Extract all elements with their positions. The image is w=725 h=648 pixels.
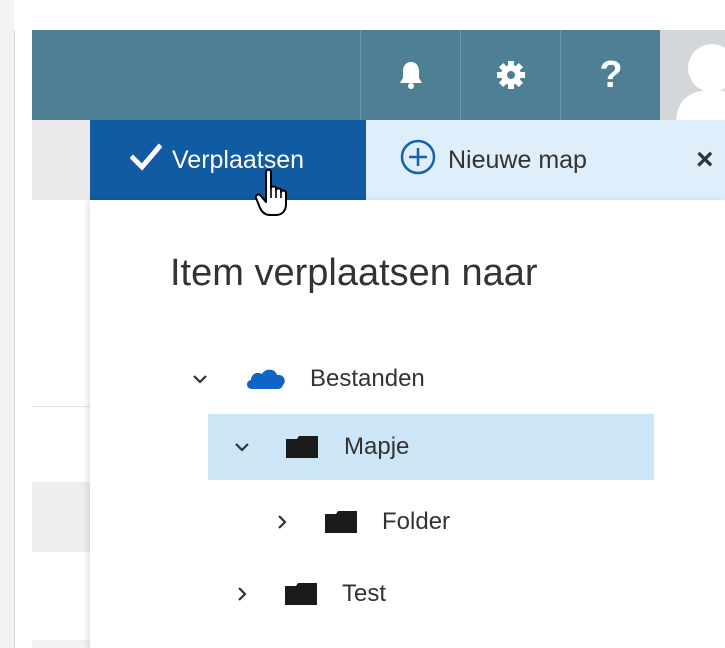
page-frame-left xyxy=(0,0,14,648)
tree-item-folder[interactable]: Folder xyxy=(272,489,652,555)
person-icon xyxy=(660,44,725,120)
tree-item-label: Test xyxy=(342,580,387,607)
help-button[interactable]: ? xyxy=(560,30,661,120)
tree-item-test[interactable]: Test xyxy=(232,561,652,627)
settings-button[interactable] xyxy=(460,30,561,120)
chevron-down-icon[interactable] xyxy=(190,374,210,384)
tree-item-label: Bestanden xyxy=(310,365,425,392)
sidebar-footer xyxy=(32,640,90,648)
folder-icon xyxy=(284,582,318,606)
help-icon: ? xyxy=(599,53,623,96)
folder-icon xyxy=(285,435,319,459)
tree-item-mapje[interactable]: Mapje xyxy=(208,414,654,480)
chevron-down-icon[interactable] xyxy=(232,442,252,452)
page-frame-divider xyxy=(14,0,15,648)
move-button[interactable]: Verplaatsen xyxy=(90,120,366,200)
onedrive-cloud-icon xyxy=(244,367,288,391)
checkmark-icon xyxy=(129,142,172,178)
sidebar-header xyxy=(32,120,90,200)
panel-title: Item verplaatsen naar xyxy=(170,252,538,294)
chevron-right-icon[interactable] xyxy=(232,586,252,602)
tree-item-label: Mapje xyxy=(344,433,410,460)
sidebar-divider xyxy=(32,406,90,407)
notifications-button[interactable] xyxy=(360,30,461,120)
sidebar-selected-row[interactable] xyxy=(32,482,90,552)
plus-circle-icon xyxy=(400,139,448,182)
gear-icon xyxy=(496,60,526,90)
chevron-right-icon[interactable] xyxy=(272,514,292,530)
close-button[interactable]: × xyxy=(696,120,725,200)
tree-item-label: Folder xyxy=(382,508,451,535)
avatar[interactable] xyxy=(660,30,725,120)
tree-item-bestanden[interactable]: Bestanden xyxy=(190,346,650,412)
new-folder-label: Nieuwe map xyxy=(448,145,587,174)
hand-pointer-cursor xyxy=(254,168,292,223)
folder-icon xyxy=(324,510,358,534)
close-icon: × xyxy=(696,143,714,176)
bell-icon xyxy=(398,60,424,90)
page-frame-top xyxy=(14,0,725,30)
new-folder-button[interactable]: Nieuwe map xyxy=(400,120,587,200)
top-bar: ? xyxy=(32,30,660,120)
